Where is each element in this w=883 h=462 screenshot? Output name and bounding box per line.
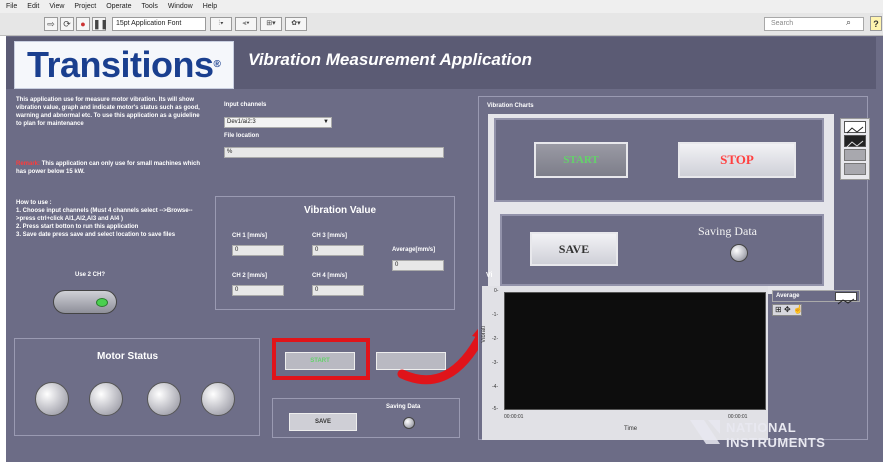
graph-legend[interactable]: Average <box>772 290 860 305</box>
save-button[interactable]: SAVE <box>289 413 357 431</box>
use-2ch-toggle[interactable] <box>53 290 117 314</box>
menu-operate[interactable]: Operate <box>106 3 131 10</box>
chart-short-label: Vi <box>486 272 493 279</box>
graph-plot-area[interactable] <box>504 292 766 410</box>
saving-data-label: Saving Data <box>386 404 421 410</box>
font-selector[interactable]: 15pt Application Font <box>112 17 206 31</box>
reorder-icon[interactable]: ✿▾ <box>285 17 307 31</box>
graph-palette: ⊞ ✥ ☝ <box>772 304 803 316</box>
zoom-stop-button[interactable]: STOP <box>678 142 796 178</box>
toggle-indicator <box>96 298 108 307</box>
use-2ch-group: Use 2 CH? <box>15 268 205 328</box>
legend-plot-3-icon[interactable] <box>844 149 866 161</box>
how-to-use: How to use : 1. Choose input channels (M… <box>16 200 193 238</box>
use-2ch-label: Use 2 CH? <box>75 272 106 278</box>
legend-plot-2-icon[interactable] <box>844 135 866 148</box>
menu-view[interactable]: View <box>49 3 64 10</box>
menu-window[interactable]: Window <box>168 3 193 10</box>
plot-legend-overlay <box>840 118 870 180</box>
align-objects-icon[interactable]: ⫶▾ <box>210 17 232 31</box>
graph-xlabel: Time <box>624 426 638 432</box>
ch1-value: 0 <box>232 245 284 256</box>
graph-ytick-5: -5- <box>492 406 499 412</box>
graph-xtick-start: 00:00:01 <box>504 414 524 420</box>
ch3-label: CH 3 [mm/s] <box>312 233 348 239</box>
start-button[interactable]: START <box>285 352 355 370</box>
transitions-logo: Transitions® <box>14 41 234 89</box>
graph-ytick-4: -4- <box>492 384 499 390</box>
remark-label: Remark: <box>16 161 41 167</box>
ni-watermark: NATIONAL INSTRUMENTS <box>690 416 876 456</box>
chevron-down-icon: ▼ <box>323 119 329 125</box>
zoom-start-stop-group: START STOP <box>494 118 824 202</box>
saving-data-led <box>403 417 415 429</box>
motor-status-led-1 <box>35 382 69 416</box>
run-arrow-icon[interactable]: ⇨ <box>44 17 58 31</box>
help-icon[interactable]: ? <box>870 16 882 31</box>
resize-objects-icon[interactable]: ⊞▾ <box>260 17 282 31</box>
file-location-label: File location <box>224 133 260 139</box>
search-icon[interactable]: ⌕ <box>846 17 851 28</box>
motor-status-led-2 <box>89 382 123 416</box>
menu-file[interactable]: File <box>6 3 17 10</box>
input-channels-value: Dev1/ai2:3 <box>227 119 256 125</box>
menu-help[interactable]: Help <box>203 3 217 10</box>
abort-icon[interactable]: ● <box>76 17 90 31</box>
menu-tools[interactable]: Tools <box>141 3 157 10</box>
zoom-tool-icon[interactable]: ⊞ <box>775 305 782 314</box>
zoom-save-group: SAVE Saving Data <box>500 214 824 286</box>
logo-text: Transitions <box>27 44 214 85</box>
graph-ytick-3: -3- <box>492 360 499 366</box>
input-channels-select[interactable]: Dev1/ai2:3 ▼ <box>224 117 332 128</box>
average-label: Average[mm/s] <box>392 247 436 253</box>
input-channels-label: Input channels <box>224 102 267 108</box>
ch2-value: 0 <box>232 285 284 296</box>
cursor-tool-icon[interactable]: ☝ <box>793 305 803 314</box>
ch3-value: 0 <box>312 245 364 256</box>
file-location-field[interactable]: % <box>224 147 444 158</box>
menu-edit[interactable]: Edit <box>27 3 39 10</box>
motor-status-title: Motor Status <box>97 351 159 362</box>
zoom-saving-data-label: Saving Data <box>698 224 757 238</box>
app-title: Vibration Measurement Application <box>248 50 533 69</box>
average-value: 0 <box>392 260 444 271</box>
menu-project[interactable]: Project <box>74 3 96 10</box>
pan-tool-icon[interactable]: ✥ <box>784 305 791 314</box>
distribute-objects-icon[interactable]: ⫷▾ <box>235 17 257 31</box>
ch1-label: CH 1 [mm/s] <box>232 233 268 239</box>
remark-text: This application can only use for small … <box>16 161 201 175</box>
graph-ylabel: Vibrati <box>481 326 487 343</box>
vibration-value-group: Vibration Value CH 1 [mm/s] 0 CH 3 [mm/s… <box>215 196 455 310</box>
ni-line1: NATIONAL <box>726 420 797 435</box>
zoom-save-button[interactable]: SAVE <box>530 232 618 266</box>
zoom-start-button[interactable]: START <box>534 142 628 178</box>
motor-status-led-4 <box>201 382 235 416</box>
zoom-saving-data-led <box>730 244 748 262</box>
motor-status-led-3 <box>147 382 181 416</box>
app-description: This application use for measure motor v… <box>16 97 200 127</box>
legend-plot-4-icon[interactable] <box>844 163 866 175</box>
save-group: SAVE Saving Data <box>272 398 460 438</box>
ch4-label: CH 4 [mm/s] <box>312 273 348 279</box>
ch2-label: CH 2 [mm/s] <box>232 273 268 279</box>
menu-bar: File Edit View Project Operate Tools Win… <box>0 0 883 13</box>
graph-ytick-2: -2- <box>492 336 499 342</box>
legend-plot-1-icon[interactable] <box>844 121 866 134</box>
graph-legend-plot-icon <box>835 292 857 305</box>
ch4-value: 0 <box>312 285 364 296</box>
graph-ytick-0: 0- <box>494 288 499 294</box>
toolbar: ⇨ ⟳ ● ❚❚ 15pt Application Font ⫶▾ ⫷▾ ⊞▾ … <box>0 13 883 36</box>
vibration-charts-title: Vibration Charts <box>487 103 534 109</box>
graph-ytick-1: -1- <box>492 312 499 318</box>
logo-mark: ® <box>213 59 221 70</box>
run-continuous-icon[interactable]: ⟳ <box>60 17 74 31</box>
pause-icon[interactable]: ❚❚ <box>92 17 108 31</box>
graph-legend-label: Average <box>776 293 800 299</box>
ni-line2: INSTRUMENTS <box>726 435 826 450</box>
vibration-value-title: Vibration Value <box>304 205 377 216</box>
motor-status-group: Motor Status <box>14 338 260 436</box>
ni-logo-icon <box>690 420 720 444</box>
